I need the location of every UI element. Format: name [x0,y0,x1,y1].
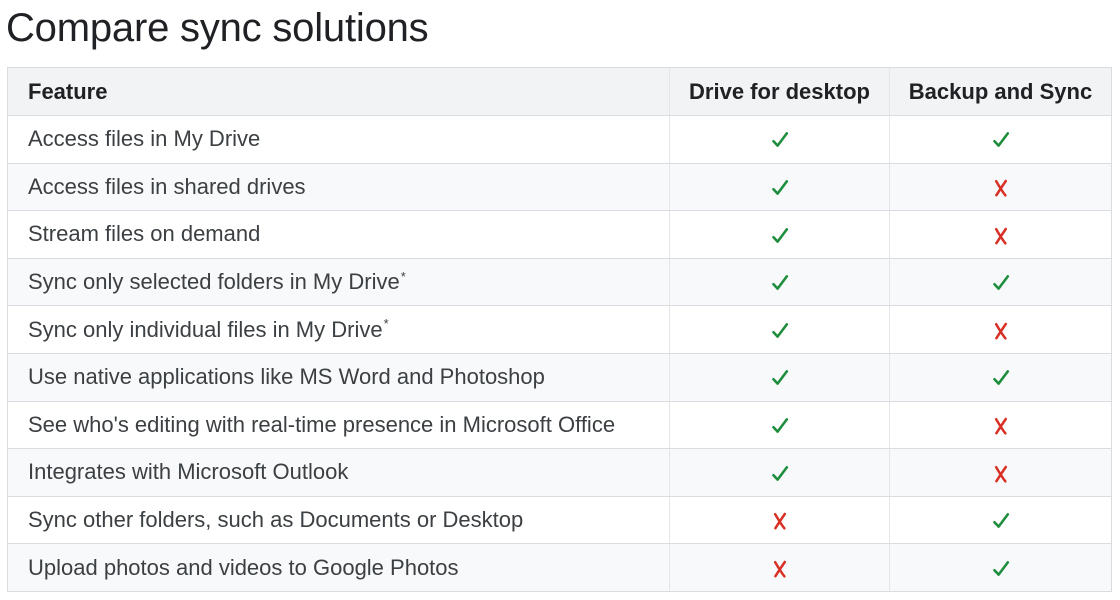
table-row: See who's editing with real-time presenc… [7,400,1112,450]
support-cell-drive-for-desktop [669,115,890,164]
checkmark-icon [770,226,790,246]
table-body: Access files in My Drive Access files in … [7,115,1112,592]
support-cell-drive-for-desktop [669,352,890,402]
support-cell-drive-for-desktop [669,543,890,592]
checkmark-icon [991,559,1011,579]
checkmark-icon [991,368,1011,388]
column-header-feature: Feature [7,67,670,116]
support-cell-backup-and-sync [889,257,1112,307]
support-cell-drive-for-desktop [669,448,890,497]
support-cell-backup-and-sync [889,400,1112,450]
table-row: Access files in My Drive [7,115,1112,164]
table-row: Sync only individual files in My Drive* [7,305,1112,354]
support-cell-backup-and-sync [889,115,1112,164]
table-row: Stream files on demand [7,210,1112,259]
support-cell-drive-for-desktop [669,162,890,212]
support-cell-drive-for-desktop [669,400,890,450]
feature-cell: Sync only individual files in My Drive* [7,305,670,354]
support-cell-backup-and-sync [889,495,1112,545]
cross-icon [991,321,1011,341]
feature-label: See who's editing with real-time presenc… [28,411,616,437]
checkmark-icon [770,178,790,198]
support-cell-backup-and-sync [889,448,1112,497]
feature-label: Sync only selected folders in My Drive [28,269,400,295]
checkmark-icon [770,416,790,436]
table-row: Upload photos and videos to Google Photo… [7,543,1112,592]
feature-label: Sync only individual files in My Drive [28,316,383,342]
feature-label: Stream files on demand [28,221,261,247]
table-header-row: Feature Drive for desktop Backup and Syn… [7,67,1112,116]
feature-cell: Integrates with Microsoft Outlook [7,448,670,497]
column-header-drive-for-desktop: Drive for desktop [669,67,890,116]
table-row: Access files in shared drives [7,162,1112,212]
footnote-marker: * [383,316,389,332]
feature-cell: Upload photos and videos to Google Photo… [7,543,670,592]
support-cell-drive-for-desktop [669,257,890,307]
comparison-table: Feature Drive for desktop Backup and Syn… [7,67,1112,592]
cross-icon [770,559,790,579]
table-row: Integrates with Microsoft Outlook [7,448,1112,497]
checkmark-icon [770,130,790,150]
checkmark-icon [770,321,790,341]
checkmark-icon [991,273,1011,293]
checkmark-icon [770,273,790,293]
feature-cell: Stream files on demand [7,210,670,259]
table-row: Sync only selected folders in My Drive* [7,257,1112,307]
support-cell-drive-for-desktop [669,495,890,545]
checkmark-icon [770,368,790,388]
feature-label: Access files in My Drive [28,126,261,152]
cross-icon [991,416,1011,436]
page-title: Compare sync solutions [6,6,429,50]
column-header-backup-and-sync: Backup and Sync [889,67,1112,116]
support-cell-backup-and-sync [889,210,1112,259]
support-cell-backup-and-sync [889,543,1112,592]
support-cell-drive-for-desktop [669,305,890,354]
support-cell-drive-for-desktop [669,210,890,259]
feature-cell: Sync only selected folders in My Drive* [7,257,670,307]
table-row: Sync other folders, such as Documents or… [7,495,1112,545]
checkmark-icon [770,464,790,484]
footnote-marker: * [400,268,406,284]
feature-label: Sync other folders, such as Documents or… [28,507,524,533]
table-row: Use native applications like MS Word and… [7,352,1112,402]
cross-icon [991,226,1011,246]
feature-label: Integrates with Microsoft Outlook [28,459,349,485]
feature-label: Use native applications like MS Word and… [28,364,545,390]
cross-icon [991,178,1011,198]
cross-icon [991,464,1011,484]
feature-cell: Access files in My Drive [7,115,670,164]
checkmark-icon [991,511,1011,531]
feature-cell: Sync other folders, such as Documents or… [7,495,670,545]
checkmark-icon [991,130,1011,150]
support-cell-backup-and-sync [889,305,1112,354]
feature-cell: Use native applications like MS Word and… [7,352,670,402]
feature-cell: See who's editing with real-time presenc… [7,400,670,450]
support-cell-backup-and-sync [889,162,1112,212]
cross-icon [770,511,790,531]
feature-label: Upload photos and videos to Google Photo… [28,554,459,580]
feature-label: Access files in shared drives [28,173,306,199]
feature-cell: Access files in shared drives [7,162,670,212]
support-cell-backup-and-sync [889,352,1112,402]
